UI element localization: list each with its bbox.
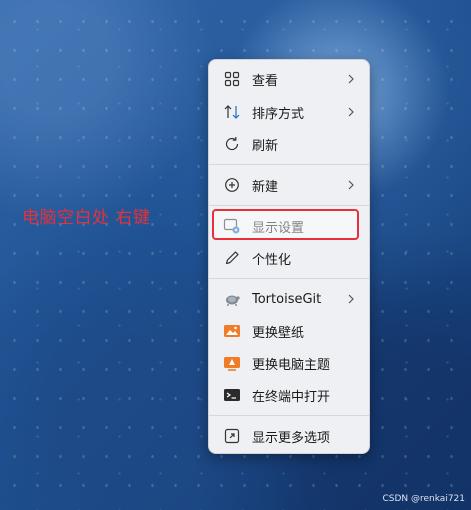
annotation-text: 电脑空白处 右键 — [22, 208, 151, 228]
chevron-right-icon — [348, 107, 354, 117]
new-plus-icon — [223, 176, 241, 194]
chevron-right-icon — [348, 74, 354, 84]
menu-item-view[interactable]: 查看 — [213, 64, 365, 94]
menu-separator — [209, 415, 369, 416]
grid-view-icon — [223, 70, 241, 88]
sort-icon — [223, 103, 241, 121]
menu-item-refresh[interactable]: 刷新 — [213, 129, 365, 159]
menu-item-show-more-options[interactable]: 显示更多选项 — [213, 421, 365, 451]
menu-item-label: 显示更多选项 — [252, 430, 331, 446]
theme-icon — [223, 354, 241, 372]
wallpaper-icon — [223, 322, 241, 340]
more-options-icon — [223, 427, 241, 445]
pen-icon — [223, 249, 241, 267]
context-menu: 查看 排序方式 刷新 新建 显示设置 个性化 TortoiseGit 更换壁纸 … — [208, 59, 370, 454]
menu-item-label: 新建 — [252, 179, 279, 195]
menu-item-label: TortoiseGit — [252, 291, 322, 307]
watermark: CSDN @renkai721 — [382, 494, 465, 504]
menu-item-label: 在终端中打开 — [252, 389, 331, 405]
menu-item-label: 个性化 — [252, 252, 292, 268]
menu-item-label: 更换壁纸 — [252, 325, 305, 341]
chevron-right-icon — [348, 294, 354, 304]
menu-item-change-wallpaper[interactable]: 更换壁纸 — [213, 316, 365, 346]
menu-item-label: 查看 — [252, 73, 279, 89]
chevron-right-icon — [348, 180, 354, 190]
menu-item-label: 排序方式 — [252, 106, 305, 122]
menu-item-label: 刷新 — [252, 138, 279, 154]
menu-item-sort[interactable]: 排序方式 — [213, 97, 365, 127]
refresh-icon — [223, 135, 241, 153]
menu-item-tortoisegit[interactable]: TortoiseGit — [213, 284, 365, 314]
menu-item-change-theme[interactable]: 更换电脑主题 — [213, 348, 365, 378]
tortoisegit-icon — [223, 290, 241, 308]
highlight-box — [212, 209, 359, 240]
menu-separator — [209, 205, 369, 206]
menu-item-open-terminal[interactable]: 在终端中打开 — [213, 380, 365, 410]
menu-item-label: 更换电脑主题 — [252, 357, 331, 373]
menu-item-personalize[interactable]: 个性化 — [213, 243, 365, 273]
menu-item-new[interactable]: 新建 — [213, 170, 365, 200]
terminal-icon — [223, 386, 241, 404]
menu-separator — [209, 164, 369, 165]
menu-separator — [209, 278, 369, 279]
